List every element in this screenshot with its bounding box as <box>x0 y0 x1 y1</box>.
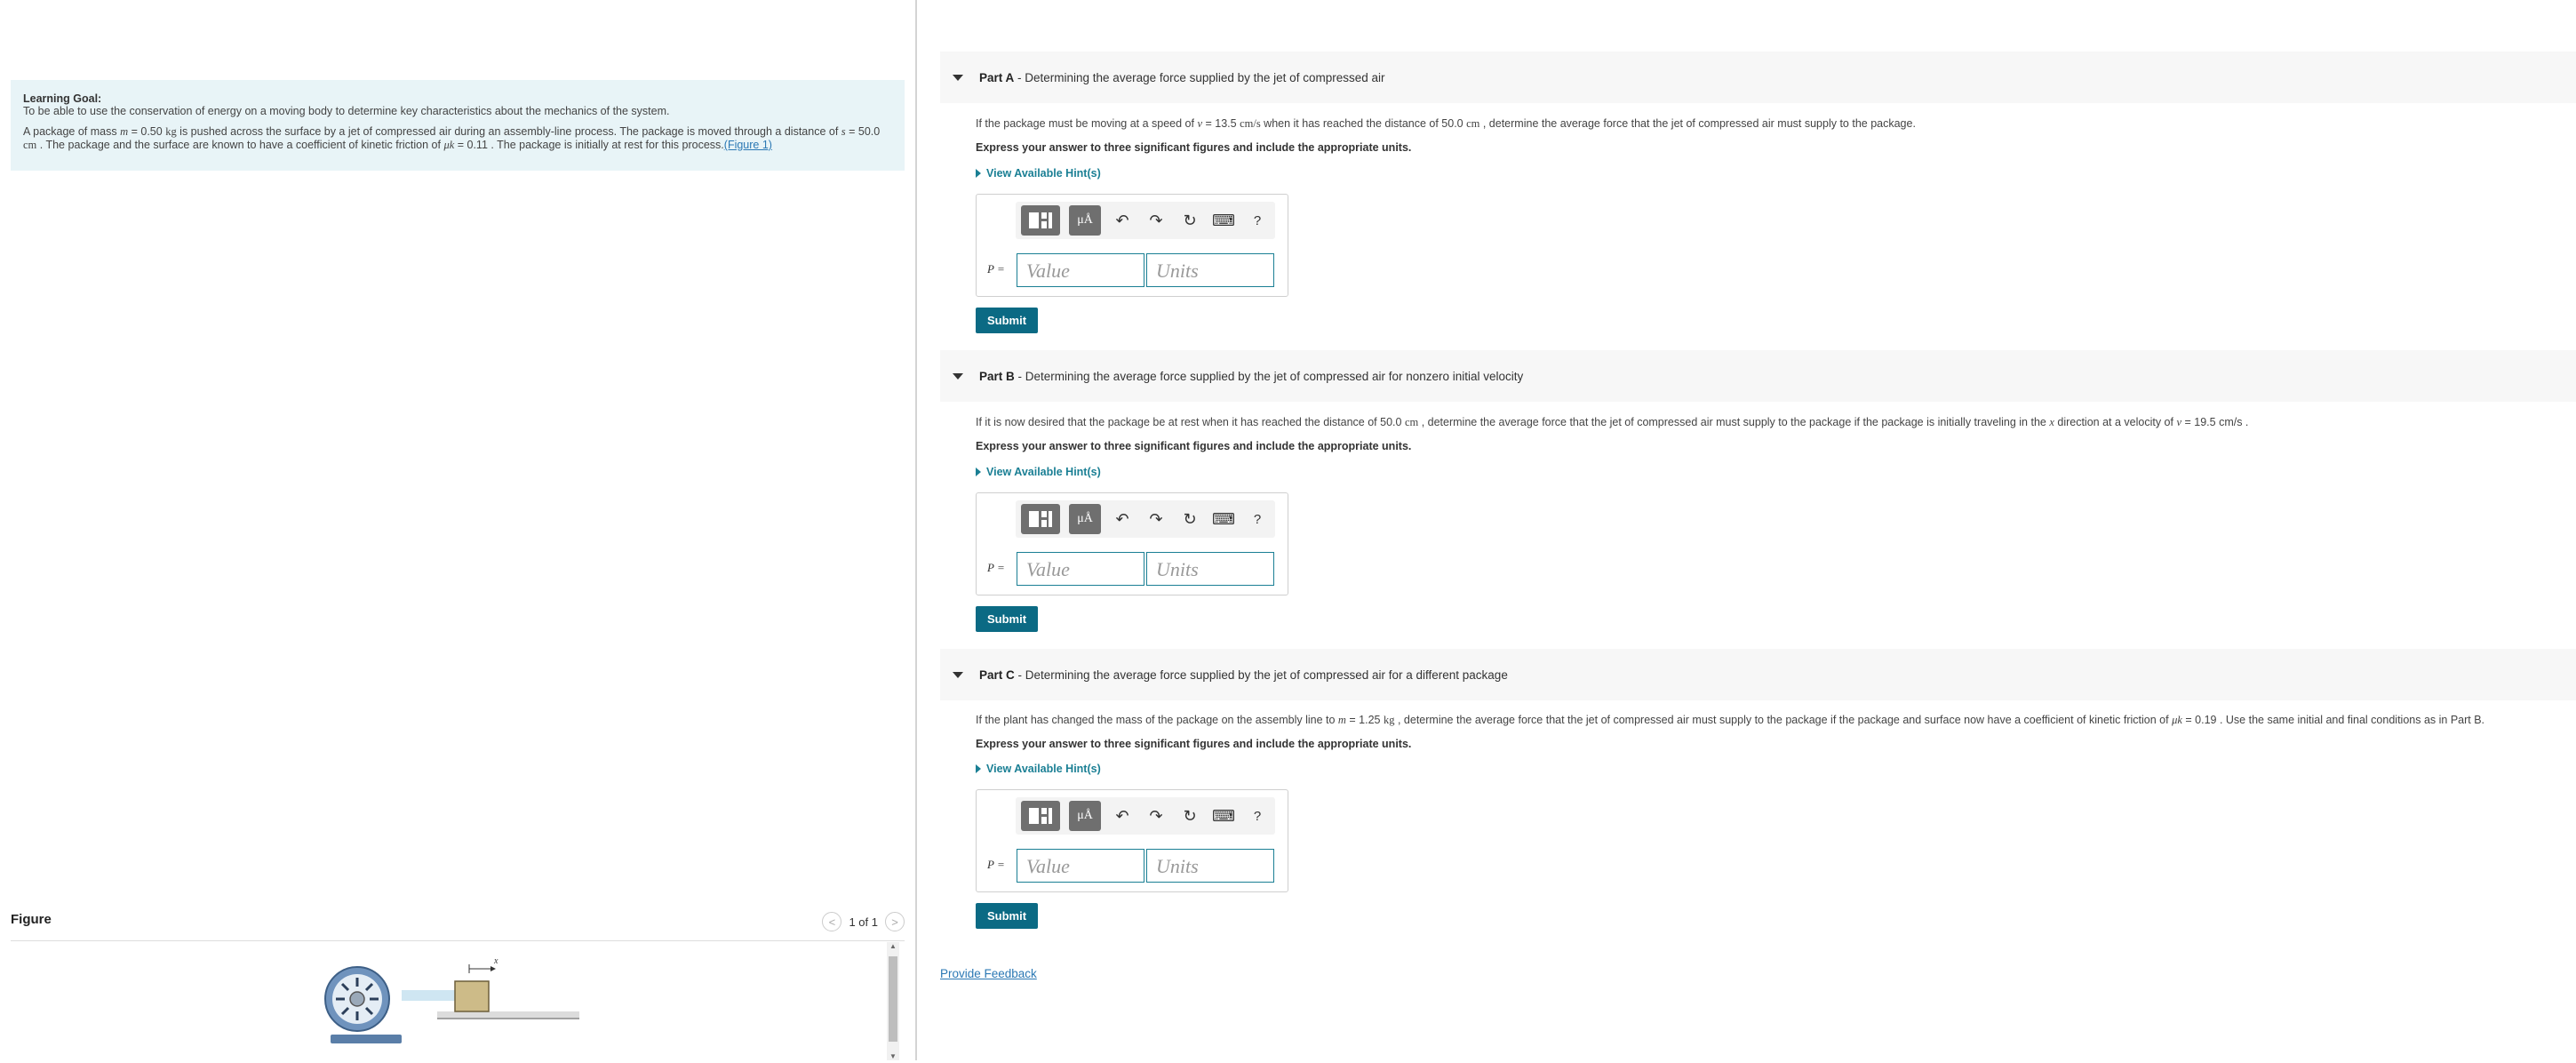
scroll-thumb[interactable] <box>889 956 897 1042</box>
value-input[interactable]: Value <box>1017 552 1144 586</box>
left-pane: Learning Goal: To be able to use the con… <box>0 0 915 1060</box>
keyboard-icon[interactable]: ⌨ <box>1211 801 1236 831</box>
part-a-instructions: Express your answer to three significant… <box>976 141 1412 154</box>
math-toolbar: μÅ ↶ ↷ ↻ ⌨ ? <box>1016 500 1275 538</box>
part-c-submit-button[interactable]: Submit <box>976 903 1038 929</box>
part-a-hints-toggle[interactable]: View Available Hint(s) <box>976 167 1101 180</box>
part-a-title: Part A - Determining the average force s… <box>979 70 1385 84</box>
air-jet-package-diagram: x <box>324 956 579 1043</box>
answer-variable-label: P = <box>987 561 1005 574</box>
reset-icon[interactable]: ↻ <box>1177 205 1202 236</box>
part-c-header[interactable]: Part C - Determining the average force s… <box>940 649 2576 700</box>
templates-icon <box>1029 511 1052 527</box>
help-icon[interactable]: ? <box>1245 504 1270 534</box>
part-c-answer-box: μÅ ↶ ↷ ↻ ⌨ ? P = Value Units <box>976 789 1288 892</box>
redo-icon[interactable]: ↷ <box>1144 504 1168 534</box>
part-a-submit-button[interactable]: Submit <box>976 308 1038 333</box>
undo-icon[interactable]: ↶ <box>1110 205 1135 236</box>
hint-expand-icon <box>976 169 981 178</box>
answer-variable-label: P = <box>987 858 1005 871</box>
figure-1-link[interactable]: (Figure 1) <box>724 139 772 151</box>
figure-page-indicator: 1 of 1 <box>849 915 878 929</box>
part-a-question: If the package must be moving at a speed… <box>976 117 1916 130</box>
units-input[interactable]: Units <box>1146 552 1274 586</box>
reset-icon[interactable]: ↻ <box>1177 801 1202 831</box>
pane-divider[interactable] <box>915 0 917 1060</box>
learning-goal-title: Learning Goal: <box>23 92 102 105</box>
part-b-question: If it is now desired that the package be… <box>976 416 2249 428</box>
part-c-title: Part C - Determining the average force s… <box>979 667 1508 682</box>
air-jet-stream <box>402 990 455 1001</box>
keyboard-icon[interactable]: ⌨ <box>1211 504 1236 534</box>
figure-divider <box>11 940 905 941</box>
hint-expand-icon <box>976 764 981 773</box>
part-b-hints-toggle[interactable]: View Available Hint(s) <box>976 466 1101 478</box>
answer-variable-label: P = <box>987 262 1005 276</box>
help-icon[interactable]: ? <box>1245 801 1270 831</box>
provide-feedback-link[interactable]: Provide Feedback <box>940 967 1037 980</box>
figure-header: Figure < 1 of 1 > <box>11 912 905 939</box>
figure-pager: < 1 of 1 > <box>822 912 905 931</box>
part-b-instructions: Express your answer to three significant… <box>976 440 1412 452</box>
templates-button[interactable] <box>1021 504 1060 534</box>
floor-surface <box>437 1011 579 1019</box>
part-c-instructions: Express your answer to three significant… <box>976 738 1412 750</box>
keyboard-icon[interactable]: ⌨ <box>1211 205 1236 236</box>
figure-image-area: x <box>11 942 886 1060</box>
collapse-caret-icon[interactable] <box>953 671 963 678</box>
templates-icon <box>1029 212 1052 228</box>
next-figure-button[interactable]: > <box>885 912 905 931</box>
collapse-caret-icon[interactable] <box>953 74 963 81</box>
part-b-submit-button[interactable]: Submit <box>976 606 1038 632</box>
learning-goal-problem: A package of mass m = 0.50 kg is pushed … <box>23 125 881 151</box>
part-a-answer-box: μÅ ↶ ↷ ↻ ⌨ ? P = Value Units <box>976 194 1288 297</box>
math-toolbar: μÅ ↶ ↷ ↻ ⌨ ? <box>1016 202 1275 239</box>
units-button[interactable]: μÅ <box>1069 205 1101 236</box>
figure-scrollbar[interactable]: ▲ ▼ <box>887 942 899 1060</box>
templates-button[interactable] <box>1021 205 1060 236</box>
collapse-caret-icon[interactable] <box>953 372 963 380</box>
part-c-question: If the plant has changed the mass of the… <box>976 714 2485 726</box>
learning-goal-intro: To be able to use the conservation of en… <box>23 105 670 117</box>
learning-goal-box: Learning Goal: To be able to use the con… <box>11 80 905 171</box>
value-input[interactable]: Value <box>1017 849 1144 883</box>
redo-icon[interactable]: ↷ <box>1144 801 1168 831</box>
units-button[interactable]: μÅ <box>1069 504 1101 534</box>
right-pane: Part A - Determining the average force s… <box>940 0 2576 1060</box>
hint-expand-icon <box>976 468 981 476</box>
help-icon[interactable]: ? <box>1245 205 1270 236</box>
reset-icon[interactable]: ↻ <box>1177 504 1202 534</box>
figure-title: Figure <box>11 912 52 927</box>
part-b-header[interactable]: Part B - Determining the average force s… <box>940 350 2576 402</box>
templates-icon <box>1029 808 1052 824</box>
units-button[interactable]: μÅ <box>1069 801 1101 831</box>
part-b-title: Part B - Determining the average force s… <box>979 369 1524 383</box>
scroll-up-icon[interactable]: ▲ <box>887 942 899 950</box>
prev-figure-button[interactable]: < <box>822 912 842 931</box>
math-toolbar: μÅ ↶ ↷ ↻ ⌨ ? <box>1016 797 1275 835</box>
x-axis-label: x <box>493 956 498 966</box>
package-box <box>454 980 490 1012</box>
undo-icon[interactable]: ↶ <box>1110 801 1135 831</box>
units-input[interactable]: Units <box>1146 253 1274 287</box>
part-c-hints-toggle[interactable]: View Available Hint(s) <box>976 763 1101 775</box>
units-input[interactable]: Units <box>1146 849 1274 883</box>
templates-button[interactable] <box>1021 801 1060 831</box>
part-a-header[interactable]: Part A - Determining the average force s… <box>940 52 2576 103</box>
redo-icon[interactable]: ↷ <box>1144 205 1168 236</box>
undo-icon[interactable]: ↶ <box>1110 504 1135 534</box>
scroll-down-icon[interactable]: ▼ <box>887 1052 899 1060</box>
value-input[interactable]: Value <box>1017 253 1144 287</box>
part-b-answer-box: μÅ ↶ ↷ ↻ ⌨ ? P = Value Units <box>976 492 1288 595</box>
